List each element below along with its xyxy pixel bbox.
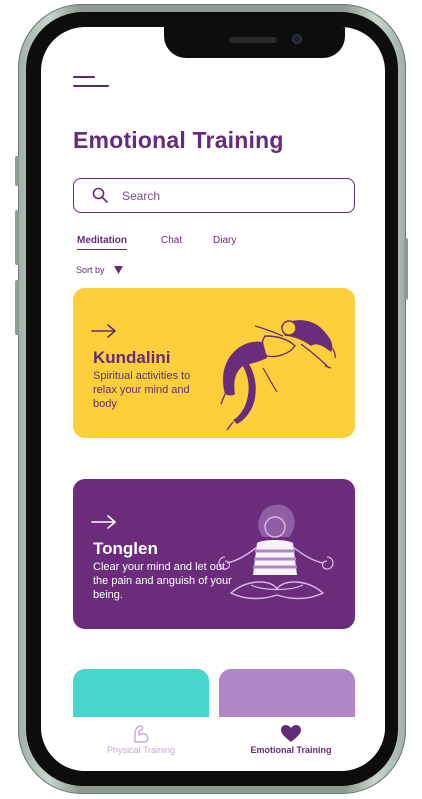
menu-line-icon xyxy=(73,76,95,78)
menu-line-icon xyxy=(73,85,109,87)
arrow-right-icon xyxy=(91,515,116,529)
speaker-grille xyxy=(229,37,277,43)
front-camera xyxy=(292,34,302,44)
woman-leaping-illustration xyxy=(220,320,336,431)
card-description: Spiritual activities to relax your mind … xyxy=(93,370,191,410)
volume-up-button xyxy=(15,210,19,265)
arrow-right-icon xyxy=(91,324,116,338)
nav-label: Physical Training xyxy=(106,745,176,755)
category-tabs: Meditation Chat Diary xyxy=(41,235,385,255)
card-title: Tonglen xyxy=(93,539,158,558)
card-kundalini[interactable]: Kundalini Spiritual activities to relax … xyxy=(73,288,355,438)
menu-button[interactable] xyxy=(73,76,109,90)
tab-meditation[interactable]: Meditation xyxy=(77,235,127,250)
card-title: Kundalini xyxy=(93,348,171,367)
meditating-woman-illustration xyxy=(218,504,334,600)
search-icon xyxy=(92,187,108,203)
page-title: Emotional Training xyxy=(73,127,284,153)
sort-dropdown-icon[interactable] xyxy=(114,266,123,274)
card-tonglen[interactable]: Tonglen Clear your mind and let out the … xyxy=(73,479,355,629)
nav-emotional-training[interactable]: Emotional Training xyxy=(211,725,371,765)
search-input[interactable] xyxy=(122,185,342,207)
nav-physical-training[interactable]: Physical Training xyxy=(61,725,221,765)
nav-label: Emotional Training xyxy=(250,745,332,755)
flexed-arm-icon xyxy=(134,725,149,743)
volume-down-button xyxy=(15,280,19,335)
bottom-navigation: Physical Training Emotional Training xyxy=(41,717,385,771)
tab-chat[interactable]: Chat xyxy=(161,235,182,246)
mute-switch xyxy=(15,156,19,186)
phone-screen: Emotional Training Meditation Chat Diary… xyxy=(41,27,385,771)
search-bar[interactable] xyxy=(73,178,355,213)
sort-by-button[interactable]: Sort by xyxy=(76,265,105,275)
tab-diary[interactable]: Diary xyxy=(213,235,236,246)
heart-icon xyxy=(281,725,301,742)
power-button xyxy=(404,238,408,300)
notch xyxy=(164,27,345,58)
